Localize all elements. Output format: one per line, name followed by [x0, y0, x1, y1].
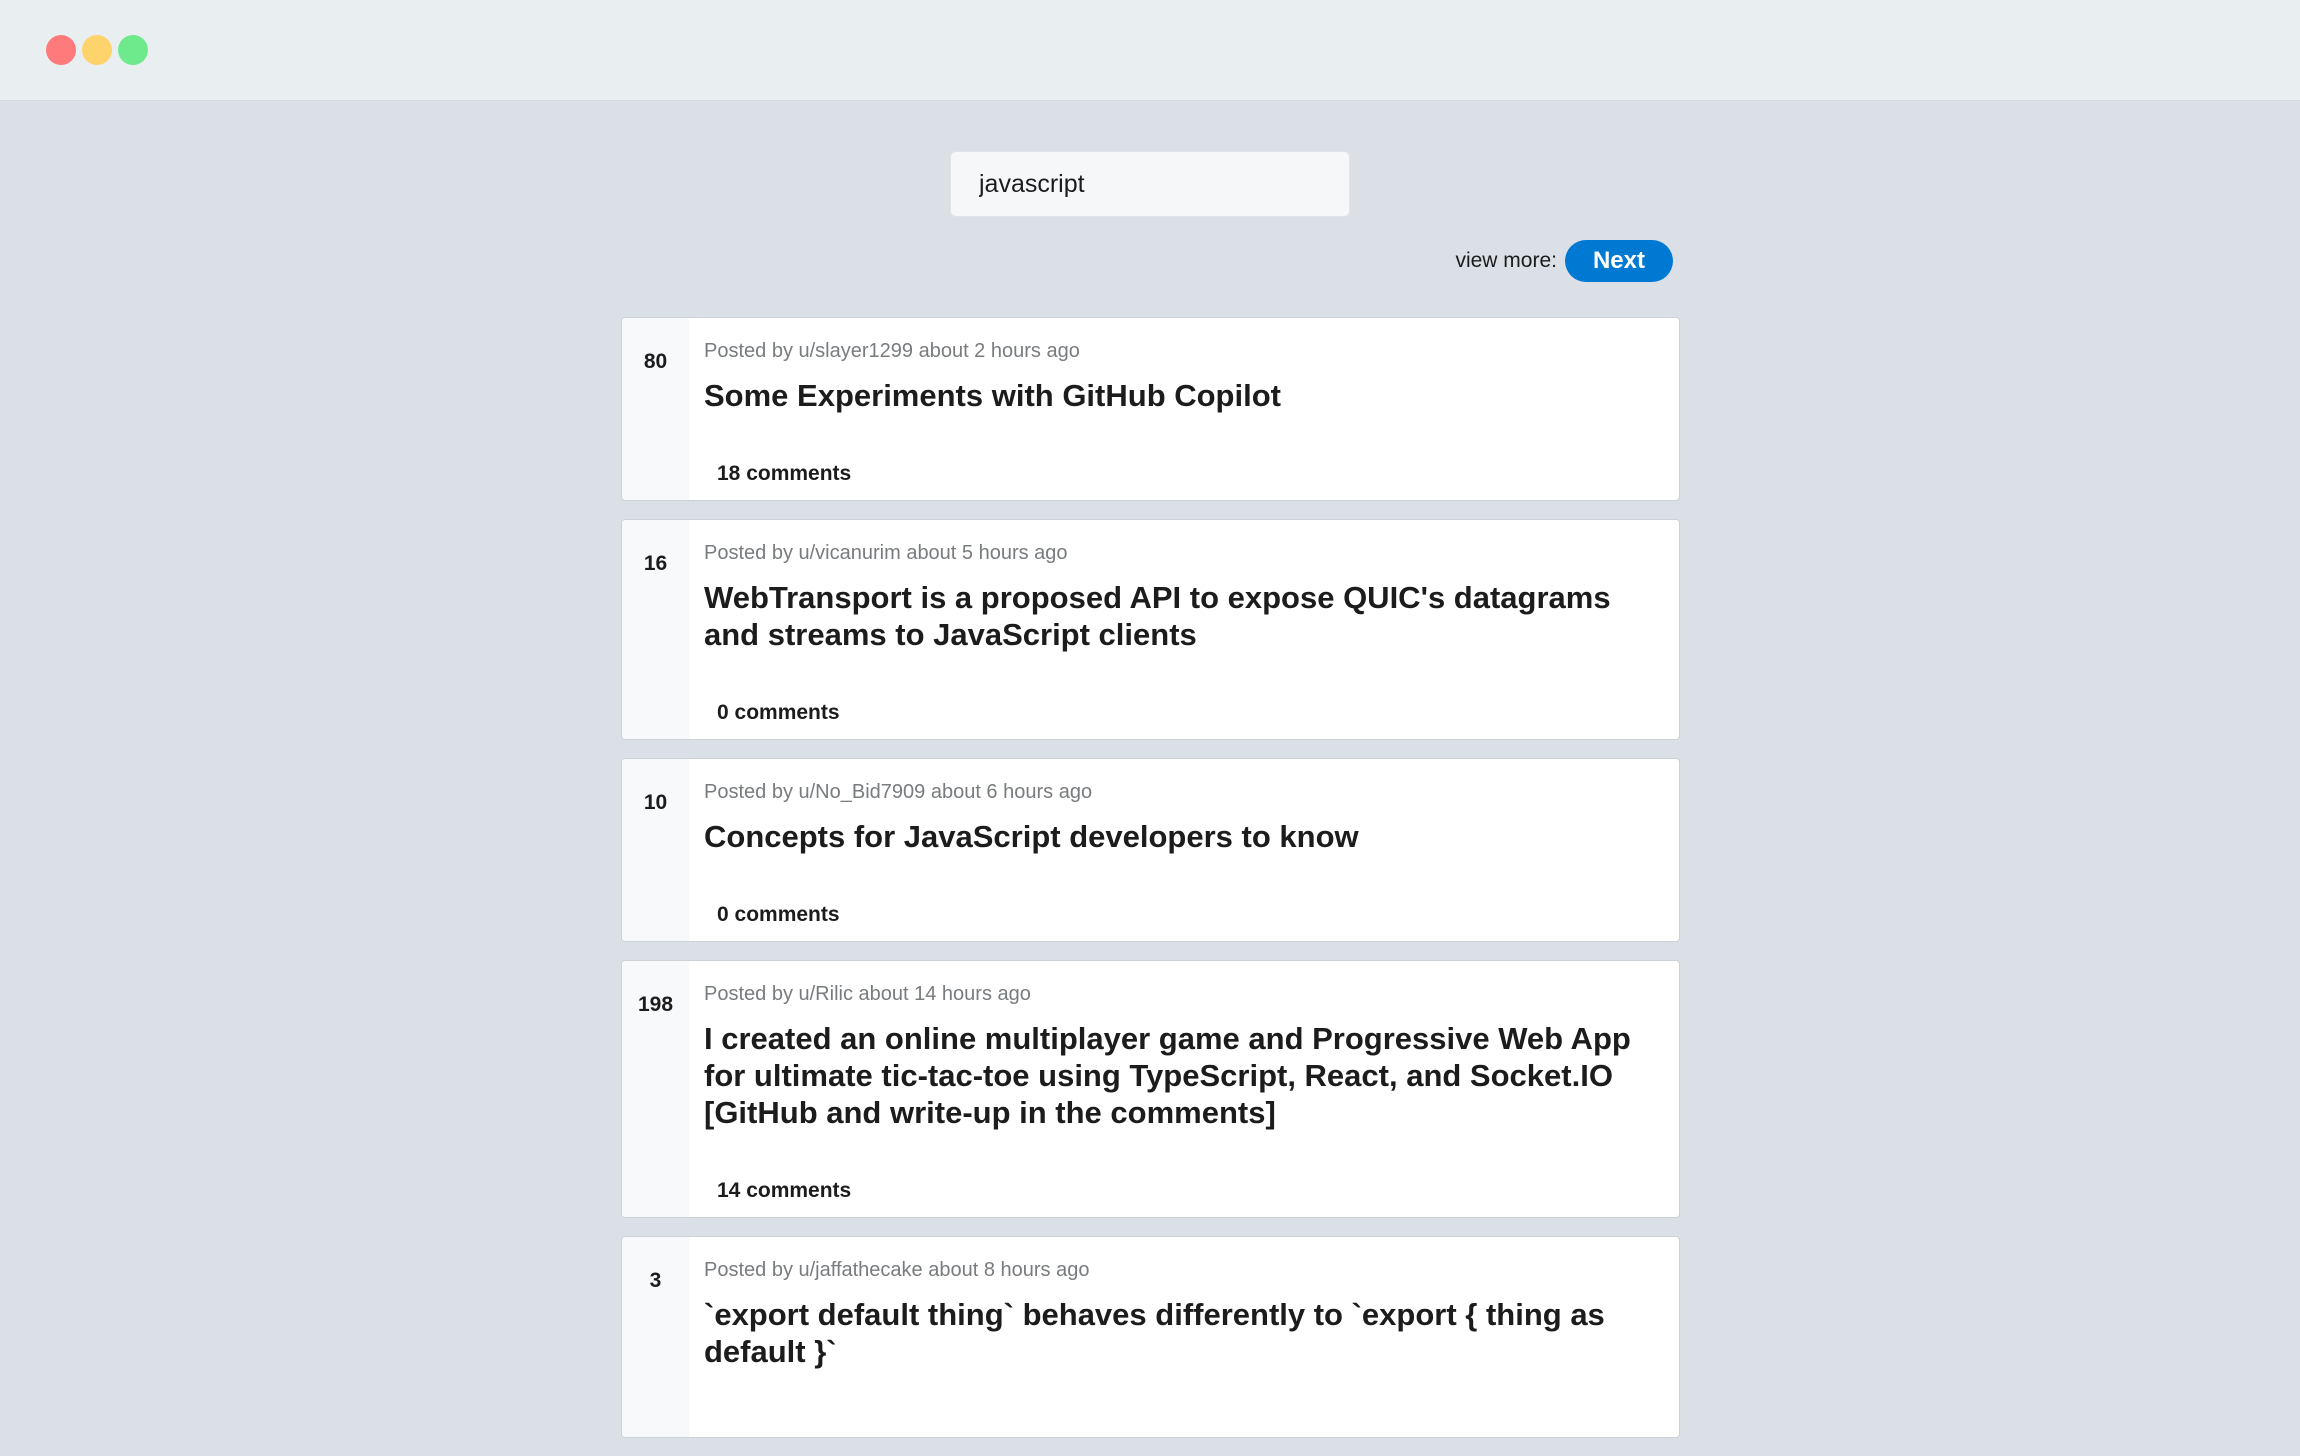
post-score: 198	[622, 961, 689, 1217]
close-window-button[interactable]	[46, 35, 76, 65]
minimize-window-button[interactable]	[82, 35, 112, 65]
window-titlebar	[0, 0, 2300, 101]
post-comments-link[interactable]: 0 comments	[717, 903, 840, 927]
post-score: 3	[622, 1237, 689, 1437]
post-score: 16	[622, 520, 689, 739]
post-title[interactable]: `export default thing` behaves different…	[704, 1296, 1639, 1370]
post-title[interactable]: I created an online multiplayer game and…	[704, 1020, 1639, 1131]
post-comments-link[interactable]: 14 comments	[717, 1179, 851, 1203]
post-comments-link[interactable]: 0 comments	[717, 701, 840, 725]
post-score: 10	[622, 759, 689, 941]
pagination: view more: Next	[1455, 240, 1673, 282]
post-card[interactable]: 16 Posted by u/vicanurim about 5 hours a…	[621, 519, 1680, 740]
post-title[interactable]: WebTransport is a proposed API to expose…	[704, 579, 1639, 653]
view-more-label: view more:	[1455, 249, 1557, 272]
post-card[interactable]: 80 Posted by u/slayer1299 about 2 hours …	[621, 317, 1680, 501]
post-meta: Posted by u/vicanurim about 5 hours ago	[704, 542, 1068, 564]
post-meta: Posted by u/slayer1299 about 2 hours ago	[704, 340, 1080, 362]
post-card[interactable]: 198 Posted by u/Rilic about 14 hours ago…	[621, 960, 1680, 1218]
post-title[interactable]: Some Experiments with GitHub Copilot	[704, 377, 1639, 414]
subreddit-search-input[interactable]	[950, 151, 1350, 217]
post-comments-link[interactable]: 18 comments	[717, 462, 851, 486]
maximize-window-button[interactable]	[118, 35, 148, 65]
post-meta: Posted by u/jaffathecake about 8 hours a…	[704, 1259, 1090, 1281]
post-score: 80	[622, 318, 689, 500]
next-button[interactable]: Next	[1564, 240, 1673, 282]
post-feed: 80 Posted by u/slayer1299 about 2 hours …	[621, 317, 1680, 1456]
post-meta: Posted by u/Rilic about 14 hours ago	[704, 983, 1031, 1005]
post-title[interactable]: Concepts for JavaScript developers to kn…	[704, 818, 1639, 855]
post-meta: Posted by u/No_Bid7909 about 6 hours ago	[704, 781, 1093, 803]
post-card[interactable]: 10 Posted by u/No_Bid7909 about 6 hours …	[621, 758, 1680, 942]
